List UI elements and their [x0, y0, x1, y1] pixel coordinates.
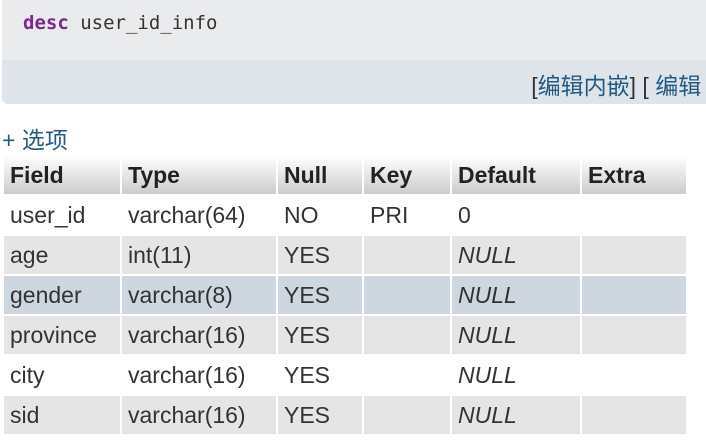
- cell-default: NULL: [452, 396, 580, 434]
- cell-default: NULL: [452, 316, 580, 354]
- cell-key: [364, 356, 450, 394]
- cell-null: YES: [278, 396, 362, 434]
- cell-default: NULL: [452, 276, 580, 314]
- table-row[interactable]: sid varchar(16) YES NULL: [4, 396, 686, 434]
- sql-action-links: [编辑内嵌] [ 编辑 ]: [531, 67, 706, 101]
- cell-type: varchar(16): [122, 356, 276, 394]
- cell-null: YES: [278, 276, 362, 314]
- cell-default: NULL: [452, 236, 580, 274]
- bracket-separator: ] [: [629, 73, 656, 99]
- cell-field: city: [4, 356, 120, 394]
- cell-key: [364, 316, 450, 354]
- options-toggle-link[interactable]: + 选项: [2, 121, 68, 155]
- cell-key: [364, 276, 450, 314]
- cell-type: int(11): [122, 236, 276, 274]
- cell-null: YES: [278, 356, 362, 394]
- column-header-extra[interactable]: Extra: [582, 156, 686, 194]
- cell-extra: [582, 236, 686, 274]
- column-header-key[interactable]: Key: [364, 156, 450, 194]
- cell-extra: [582, 276, 686, 314]
- cell-field: sid: [4, 396, 120, 434]
- table-row[interactable]: user_id varchar(64) NO PRI 0: [4, 196, 686, 234]
- cell-null: YES: [278, 236, 362, 274]
- cell-default: 0: [452, 196, 580, 234]
- sql-query-box: desc user_id_info [编辑内嵌] [ 编辑 ]: [2, 0, 706, 104]
- table-row[interactable]: gender varchar(8) YES NULL: [4, 276, 686, 314]
- table-row[interactable]: age int(11) YES NULL: [4, 236, 686, 274]
- table-row[interactable]: province varchar(16) YES NULL: [4, 316, 686, 354]
- sql-query-rest: user_id_info: [68, 12, 218, 34]
- cell-type: varchar(8): [122, 276, 276, 314]
- cell-field: province: [4, 316, 120, 354]
- sql-keyword: desc: [23, 12, 69, 34]
- cell-null: YES: [278, 316, 362, 354]
- cell-key: [364, 396, 450, 434]
- cell-default: NULL: [452, 356, 580, 394]
- cell-extra: [582, 356, 686, 394]
- bracket-close: ]: [701, 73, 706, 99]
- cell-type: varchar(64): [122, 196, 276, 234]
- column-header-default[interactable]: Default: [452, 156, 580, 194]
- table-header-row: Field Type Null Key Default Extra: [4, 156, 686, 194]
- cell-extra: [582, 316, 686, 354]
- cell-extra: [582, 396, 686, 434]
- result-table: Field Type Null Key Default Extra user_i…: [2, 154, 688, 436]
- cell-type: varchar(16): [122, 396, 276, 434]
- cell-field: user_id: [4, 196, 120, 234]
- cell-null: NO: [278, 196, 362, 234]
- column-header-null[interactable]: Null: [278, 156, 362, 194]
- cell-key: PRI: [364, 196, 450, 234]
- cell-field: gender: [4, 276, 120, 314]
- column-header-field[interactable]: Field: [4, 156, 120, 194]
- edit-inline-link[interactable]: 编辑内嵌: [538, 73, 630, 99]
- cell-extra: [582, 196, 686, 234]
- column-header-type[interactable]: Type: [122, 156, 276, 194]
- sql-query-text: desc user_id_info: [23, 12, 217, 34]
- cell-field: age: [4, 236, 120, 274]
- cell-key: [364, 236, 450, 274]
- table-row[interactable]: city varchar(16) YES NULL: [4, 356, 686, 394]
- cell-type: varchar(16): [122, 316, 276, 354]
- sql-actions-bar: [编辑内嵌] [ 编辑 ]: [2, 60, 706, 104]
- edit-link[interactable]: 编辑: [655, 73, 701, 99]
